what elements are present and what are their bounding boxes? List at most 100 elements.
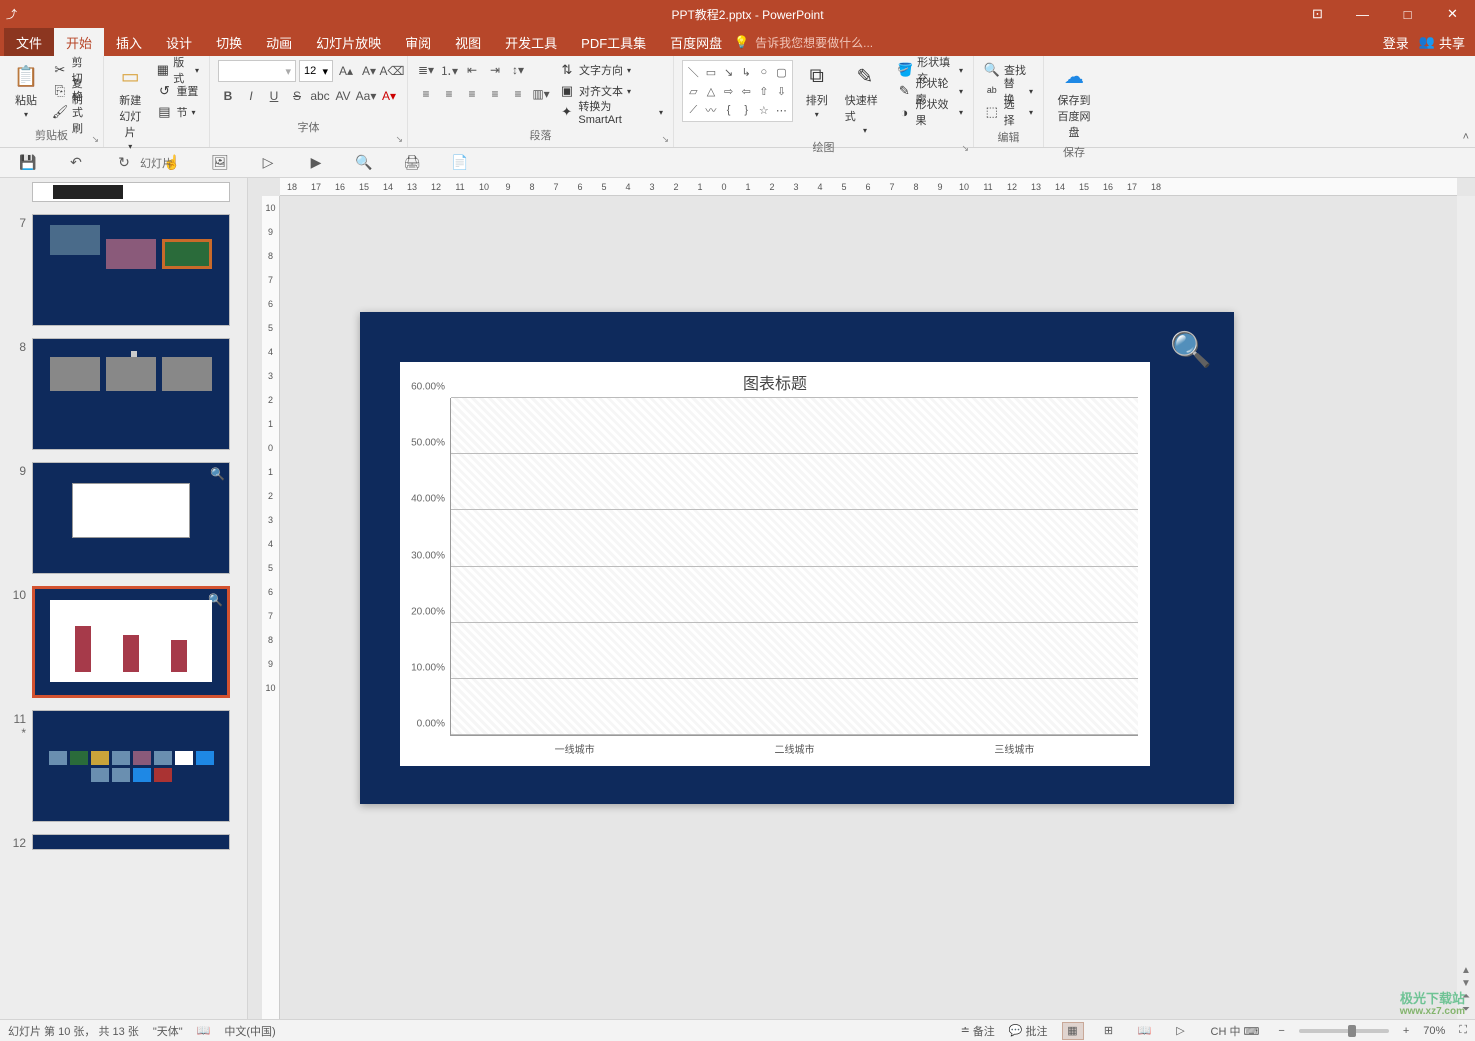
chart-object[interactable]: 图表标题 0.00%10.00%20.00%30.00%40.00%50.00%…: [400, 362, 1150, 766]
layout-button[interactable]: ▦版式▾: [154, 60, 201, 80]
font-launcher[interactable]: ↘: [218, 134, 403, 145]
align-left-button[interactable]: ≡: [416, 84, 436, 104]
align-right-button[interactable]: ≡: [462, 84, 482, 104]
tab-review[interactable]: 审阅: [393, 28, 443, 56]
bullets-button[interactable]: ≣▾: [416, 60, 436, 80]
shape-arrow-d[interactable]: ⇩: [773, 82, 790, 100]
shape-arrow-r[interactable]: ⇨: [720, 82, 737, 100]
arrange-button[interactable]: ⧉ 排列 ▾: [799, 60, 835, 121]
sorter-view-button[interactable]: ⊞: [1098, 1022, 1120, 1040]
text-direction-button[interactable]: ⇅文字方向▾: [557, 60, 665, 80]
qat-from-beginning-button[interactable]: ▷: [258, 153, 278, 173]
language-status[interactable]: 中文(中国): [224, 1023, 275, 1039]
quick-styles-button[interactable]: ✎ 快速样式 ▾: [841, 60, 889, 137]
normal-view-button[interactable]: ▦: [1062, 1022, 1084, 1040]
underline-button[interactable]: U: [264, 86, 284, 106]
shape-freeform[interactable]: 〰: [703, 101, 720, 119]
ime-status[interactable]: CH 中 ⌨: [1206, 1022, 1265, 1040]
shape-triangle[interactable]: △: [703, 82, 720, 100]
qat-preview-button[interactable]: 🔍: [354, 153, 374, 173]
slide-thumb-6-partial[interactable]: [32, 182, 230, 202]
reset-button[interactable]: ↺重置: [154, 81, 201, 101]
shapes-gallery[interactable]: ＼ ▭ ↘ ↳ ○ ▢ ▱ △ ⇨ ⇦ ⇧ ⇩ ⟋ 〰 { } ☆ ⋯: [682, 60, 793, 122]
strike-button[interactable]: S: [287, 86, 307, 106]
share-button[interactable]: 👥共享: [1419, 33, 1465, 52]
shape-oval[interactable]: ○: [755, 63, 772, 81]
zoom-in-button[interactable]: +: [1403, 1025, 1409, 1037]
tell-me-search[interactable]: 💡 告诉我您想要做什么...: [734, 28, 873, 56]
tab-design[interactable]: 设计: [154, 28, 204, 56]
shape-brace-r[interactable]: }: [738, 101, 755, 119]
close-button[interactable]: ✕: [1430, 0, 1475, 28]
zoom-slider[interactable]: [1299, 1029, 1389, 1033]
maximize-button[interactable]: □: [1385, 0, 1430, 28]
paragraph-launcher[interactable]: ↘: [416, 134, 669, 145]
minimize-button[interactable]: —: [1340, 0, 1385, 28]
notes-button[interactable]: ≐备注: [961, 1023, 995, 1039]
qat-undo-button[interactable]: ↶: [66, 153, 86, 173]
format-painter-button[interactable]: 🖌格式刷: [50, 102, 95, 122]
line-spacing-button[interactable]: ↕▾: [508, 60, 528, 80]
scroll-down-button[interactable]: ▼: [1461, 978, 1471, 989]
comments-button[interactable]: 💬批注: [1009, 1023, 1048, 1039]
indent-button[interactable]: ⇥: [485, 60, 505, 80]
qat-print-button[interactable]: 🖨: [402, 153, 422, 173]
spacing-button[interactable]: AV: [333, 86, 353, 106]
decrease-font-button[interactable]: A▾: [359, 61, 379, 81]
login-button[interactable]: 登录: [1383, 33, 1409, 52]
slideshow-view-button[interactable]: ▷: [1170, 1022, 1192, 1040]
shadow-button[interactable]: abc: [310, 86, 330, 106]
shape-brace-l[interactable]: {: [720, 101, 737, 119]
shape-rect[interactable]: ▭: [703, 63, 720, 81]
slide-panel[interactable]: 7 8 9 🔍 10 🔍 11*: [0, 178, 248, 1019]
new-slide-button[interactable]: ▭ 新建 幻灯片 ▾: [112, 60, 148, 153]
numbering-button[interactable]: ⒈▾: [439, 60, 459, 80]
tab-slideshow[interactable]: 幻灯片放映: [304, 28, 393, 56]
slide-thumb-8[interactable]: [32, 338, 230, 450]
tab-file[interactable]: 文件: [4, 28, 54, 56]
shape-arrow-l[interactable]: ⇦: [738, 82, 755, 100]
shape-star[interactable]: ☆: [755, 101, 772, 119]
shape-arrow-line[interactable]: ↘: [720, 63, 737, 81]
case-button[interactable]: Aa▾: [356, 86, 376, 106]
canvas-area[interactable]: 🔍 图表标题 0.00%10.00%20.00%30.00%40.00%50.0…: [280, 196, 1457, 1019]
distribute-button[interactable]: ≡: [508, 84, 528, 104]
shape-rounded[interactable]: ▢: [773, 63, 790, 81]
shape-curve[interactable]: ⟋: [685, 101, 702, 119]
shape-rect2[interactable]: ▱: [685, 82, 702, 100]
prev-slide-button[interactable]: ⏶: [1462, 991, 1470, 1002]
drawing-launcher[interactable]: ↘: [682, 143, 969, 154]
tab-home[interactable]: 开始: [54, 28, 104, 56]
slide-thumb-11[interactable]: [32, 710, 230, 822]
columns-button[interactable]: ▥▾: [531, 84, 551, 104]
shape-line[interactable]: ＼: [685, 63, 702, 81]
tab-insert[interactable]: 插入: [104, 28, 154, 56]
shape-effects-button[interactable]: ◑形状效果▾: [895, 102, 965, 122]
qat-insert-pic-button[interactable]: 🖼: [210, 153, 230, 173]
slide-thumb-10[interactable]: 🔍: [32, 586, 230, 698]
zoom-level[interactable]: 70%: [1423, 1025, 1445, 1037]
tab-view[interactable]: 视图: [443, 28, 493, 56]
qat-new-button[interactable]: 📄: [450, 153, 470, 173]
ribbon-options-button[interactable]: ⊡: [1295, 0, 1340, 28]
spellcheck-icon[interactable]: 📖: [197, 1024, 211, 1037]
justify-button[interactable]: ≡: [485, 84, 505, 104]
reading-view-button[interactable]: 📖: [1134, 1022, 1156, 1040]
slide-canvas[interactable]: 🔍 图表标题 0.00%10.00%20.00%30.00%40.00%50.0…: [360, 312, 1234, 804]
paste-button[interactable]: 📋 粘贴 ▾: [8, 60, 44, 121]
next-slide-button[interactable]: ⏷: [1462, 1004, 1470, 1015]
shape-connector[interactable]: ↳: [738, 63, 755, 81]
outdent-button[interactable]: ⇤: [462, 60, 482, 80]
save-baidu-button[interactable]: ☁ 保存到 百度网盘: [1052, 60, 1096, 142]
italic-button[interactable]: I: [241, 86, 261, 106]
font-family-combo[interactable]: ▾: [218, 60, 296, 82]
zoom-out-button[interactable]: −: [1278, 1025, 1284, 1037]
font-color-button[interactable]: A▾: [379, 86, 399, 106]
slide-counter[interactable]: 幻灯片 第 10 张， 共 13 张: [8, 1023, 139, 1039]
select-button[interactable]: ⬚选择▾: [982, 102, 1035, 122]
section-button[interactable]: ▤节▾: [154, 102, 201, 122]
qat-save-button[interactable]: 💾: [18, 153, 38, 173]
scroll-up-button[interactable]: ▲: [1461, 965, 1471, 976]
smartart-button[interactable]: ✦转换为 SmartArt▾: [557, 102, 665, 122]
slide-thumb-9[interactable]: 🔍: [32, 462, 230, 574]
